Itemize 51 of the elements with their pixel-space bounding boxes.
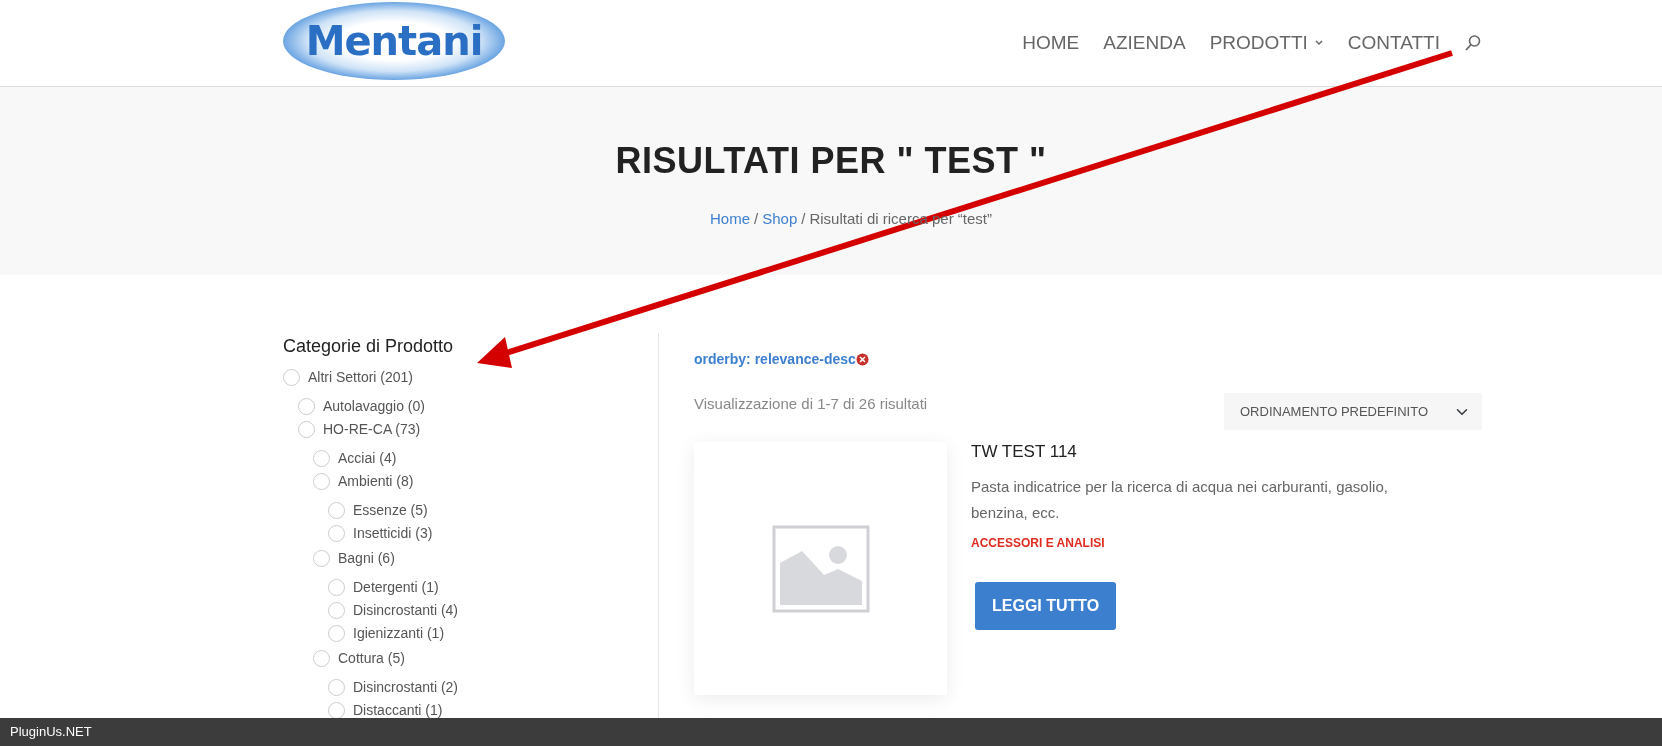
category-label[interactable]: Distaccanti (1) (353, 700, 443, 721)
category-label[interactable]: Essenze (5) (353, 500, 428, 521)
category-label[interactable]: Igienizzanti (1) (353, 623, 445, 644)
radio-button[interactable] (313, 450, 330, 467)
product-image[interactable] (694, 442, 947, 695)
radio-button[interactable] (283, 369, 300, 386)
nav-link[interactable]: AZIENDA (1103, 28, 1186, 58)
radio-button[interactable] (328, 602, 345, 619)
radio-button[interactable] (328, 502, 345, 519)
nav-link[interactable]: PRODOTTI (1209, 28, 1324, 58)
nav-link[interactable]: HOME (1022, 28, 1080, 58)
sort-select[interactable]: ORDINAMENTO PREDEFINITO (1224, 393, 1482, 430)
radio-button[interactable] (313, 550, 330, 567)
category-label[interactable]: Insetticidi (3) (353, 523, 433, 544)
radio-button[interactable] (328, 679, 345, 696)
nav-link[interactable]: CONTATTI (1347, 28, 1440, 58)
category-label[interactable]: Acciai (4) (338, 448, 397, 469)
category-label[interactable]: Ambienti (8) (338, 471, 414, 492)
remove-icon[interactable] (855, 353, 869, 367)
caret-icon[interactable] (1313, 39, 1324, 47)
radio-button[interactable] (313, 473, 330, 490)
radio-button[interactable] (298, 398, 315, 415)
logo[interactable]: Mentani (283, 2, 505, 80)
breadcrumb-link[interactable]: Shop (762, 208, 798, 231)
breadcrumb-link[interactable]: Home (710, 208, 751, 231)
radio-button[interactable] (298, 421, 315, 438)
product-description: Pasta indicatrice per la ricerca di acqua nei carburanti, gasolio, benzina, ecc. (971, 477, 1389, 524)
category-label[interactable]: Bagni (6) (338, 548, 395, 569)
category-label[interactable]: Disincrostanti (4) (353, 600, 459, 621)
product-title[interactable]: TW TEST 114 (971, 442, 1441, 463)
search-icon[interactable] (1464, 34, 1482, 52)
category-label[interactable]: Disincrostanti (2) (353, 677, 459, 698)
result-count: Visualizzazione di 1-7 di 26 risultati (694, 394, 928, 414)
category-label[interactable]: Detergenti (1) (353, 577, 439, 598)
category-label[interactable]: Altri Settori (201) (308, 367, 414, 388)
radio-button[interactable] (328, 579, 345, 596)
filter-tag[interactable]: orderby: relevance-desc (694, 349, 856, 370)
radio-button[interactable] (328, 525, 345, 542)
category-label[interactable]: HO-RE-CA (73) (323, 419, 421, 440)
breadcrumb-separator: / (754, 209, 759, 230)
category-label[interactable]: Autolavaggio (0) (323, 396, 425, 417)
radio-button[interactable] (328, 625, 345, 642)
sidebar-title: Categorie di Prodotto (283, 335, 455, 358)
radio-button[interactable] (313, 650, 330, 667)
bottom-bar-text[interactable]: PluginUs.NET (10, 722, 92, 742)
product-category[interactable]: ACCESSORI E ANALISI (971, 534, 1441, 553)
breadcrumb-separator: / (801, 209, 806, 230)
image-placeholder-icon (771, 524, 870, 613)
category-label[interactable]: Cottura (5) (338, 648, 405, 669)
page-title: RISULTATI PER " TEST " (615, 139, 1047, 183)
read-more-button[interactable]: LEGGI TUTTO (975, 582, 1117, 631)
